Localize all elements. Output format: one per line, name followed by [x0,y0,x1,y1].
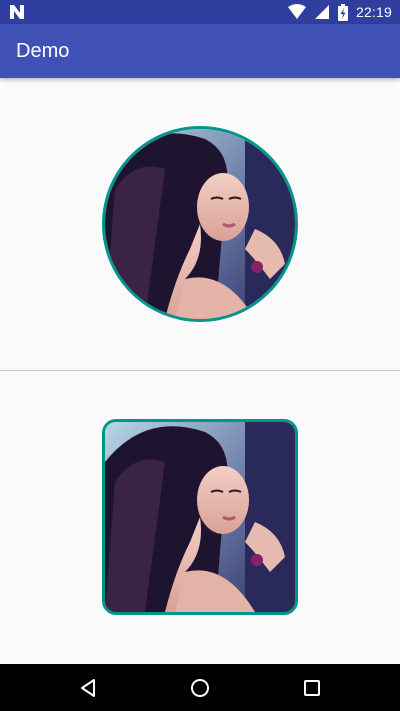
phone-screen: 22:19 Demo [0,0,400,711]
signal-icon [314,5,329,19]
status-icons: 22:19 [287,0,392,24]
wifi-icon [287,4,306,19]
portrait-photo [105,129,295,319]
battery-charging-icon [337,3,348,21]
status-time: 22:19 [355,4,392,20]
home-button[interactable] [188,676,212,700]
back-triangle-icon [81,679,95,697]
n-icon [10,5,24,19]
app-bar: Demo [0,24,400,78]
portrait-photo [105,422,295,612]
recents-button[interactable] [300,676,324,700]
navigation-bar [0,664,400,711]
rounded-square-image [102,419,298,615]
recents-square-icon [304,680,320,696]
divider [0,370,400,371]
circular-image [102,126,298,322]
status-bar: 22:19 [0,0,400,24]
app-title: Demo [16,40,70,62]
home-circle-icon [191,679,209,697]
back-button[interactable] [76,676,100,700]
